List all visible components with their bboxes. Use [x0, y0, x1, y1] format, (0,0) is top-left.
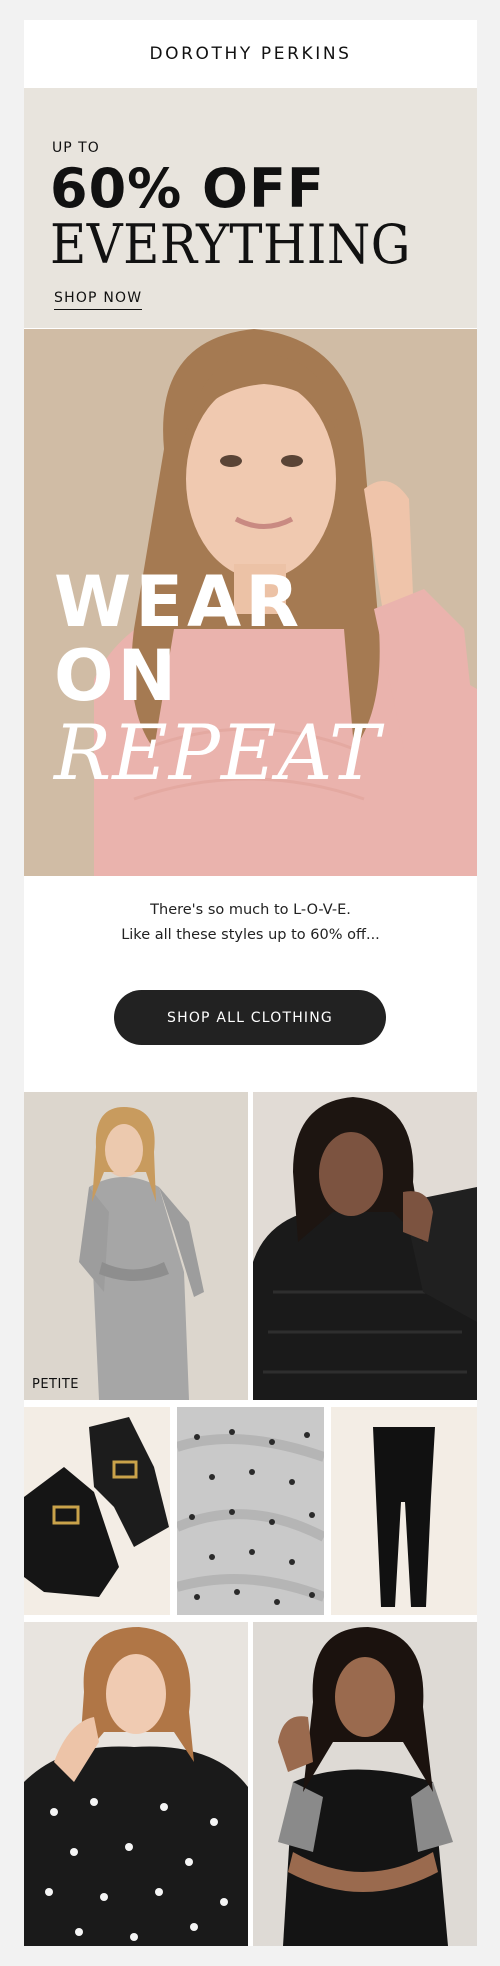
promo-copy: There's so much to L-O-V-E. Like all the…: [24, 898, 477, 948]
polka-dot-dress-image: [24, 1622, 248, 1946]
product-tile-spot-knit[interactable]: [177, 1407, 324, 1615]
promo-copy-line-1: There's so much to L-O-V-E.: [150, 902, 351, 918]
product-tile-buckle-boots[interactable]: [24, 1407, 170, 1615]
black-buckle-boots-image: [24, 1407, 170, 1615]
black-leggings-image: [331, 1407, 477, 1615]
shop-now-link[interactable]: SHOP NOW: [54, 290, 143, 310]
shop-all-clothing-button[interactable]: SHOP ALL CLOTHING: [114, 990, 386, 1045]
header: DOROTHY PERKINS: [24, 20, 477, 88]
brand-logo[interactable]: DOROTHY PERKINS: [149, 44, 351, 64]
product-tile-black-leggings[interactable]: [331, 1407, 477, 1615]
sale-headline: EVERYTHING: [50, 213, 411, 276]
black-puffer-jacket-image: [253, 1092, 477, 1400]
product-tile-spot-dress[interactable]: [24, 1622, 248, 1946]
banner-line-1: WEAR: [54, 561, 304, 643]
grey-spot-knit-image: [177, 1407, 324, 1615]
petite-tag: PETITE: [32, 1377, 79, 1392]
promo-copy-line-2: Like all these styles up to 60% off...: [121, 927, 380, 943]
product-tile-grey-dress[interactable]: PETITE: [24, 1092, 248, 1400]
banner-line-3: REPEAT: [54, 708, 381, 797]
grey-wrap-dress-image: [24, 1092, 248, 1400]
leopard-sleeve-top-image: [253, 1622, 477, 1946]
sale-percent: 60% OFF: [50, 157, 325, 220]
wear-on-repeat-banner[interactable]: WEAR ON REPEAT: [24, 329, 477, 876]
sale-kicker: UP TO: [52, 140, 100, 156]
banner-line-2: ON: [54, 635, 181, 717]
product-tile-leopard-top[interactable]: [253, 1622, 477, 1946]
product-tile-black-puffer[interactable]: [253, 1092, 477, 1400]
email-container: DOROTHY PERKINS UP TO 60% OFF EVERYTHING…: [24, 20, 477, 1946]
banner-title: WEAR ON REPEAT: [54, 565, 381, 793]
sale-hero[interactable]: UP TO 60% OFF EVERYTHING SHOP NOW: [24, 88, 477, 328]
